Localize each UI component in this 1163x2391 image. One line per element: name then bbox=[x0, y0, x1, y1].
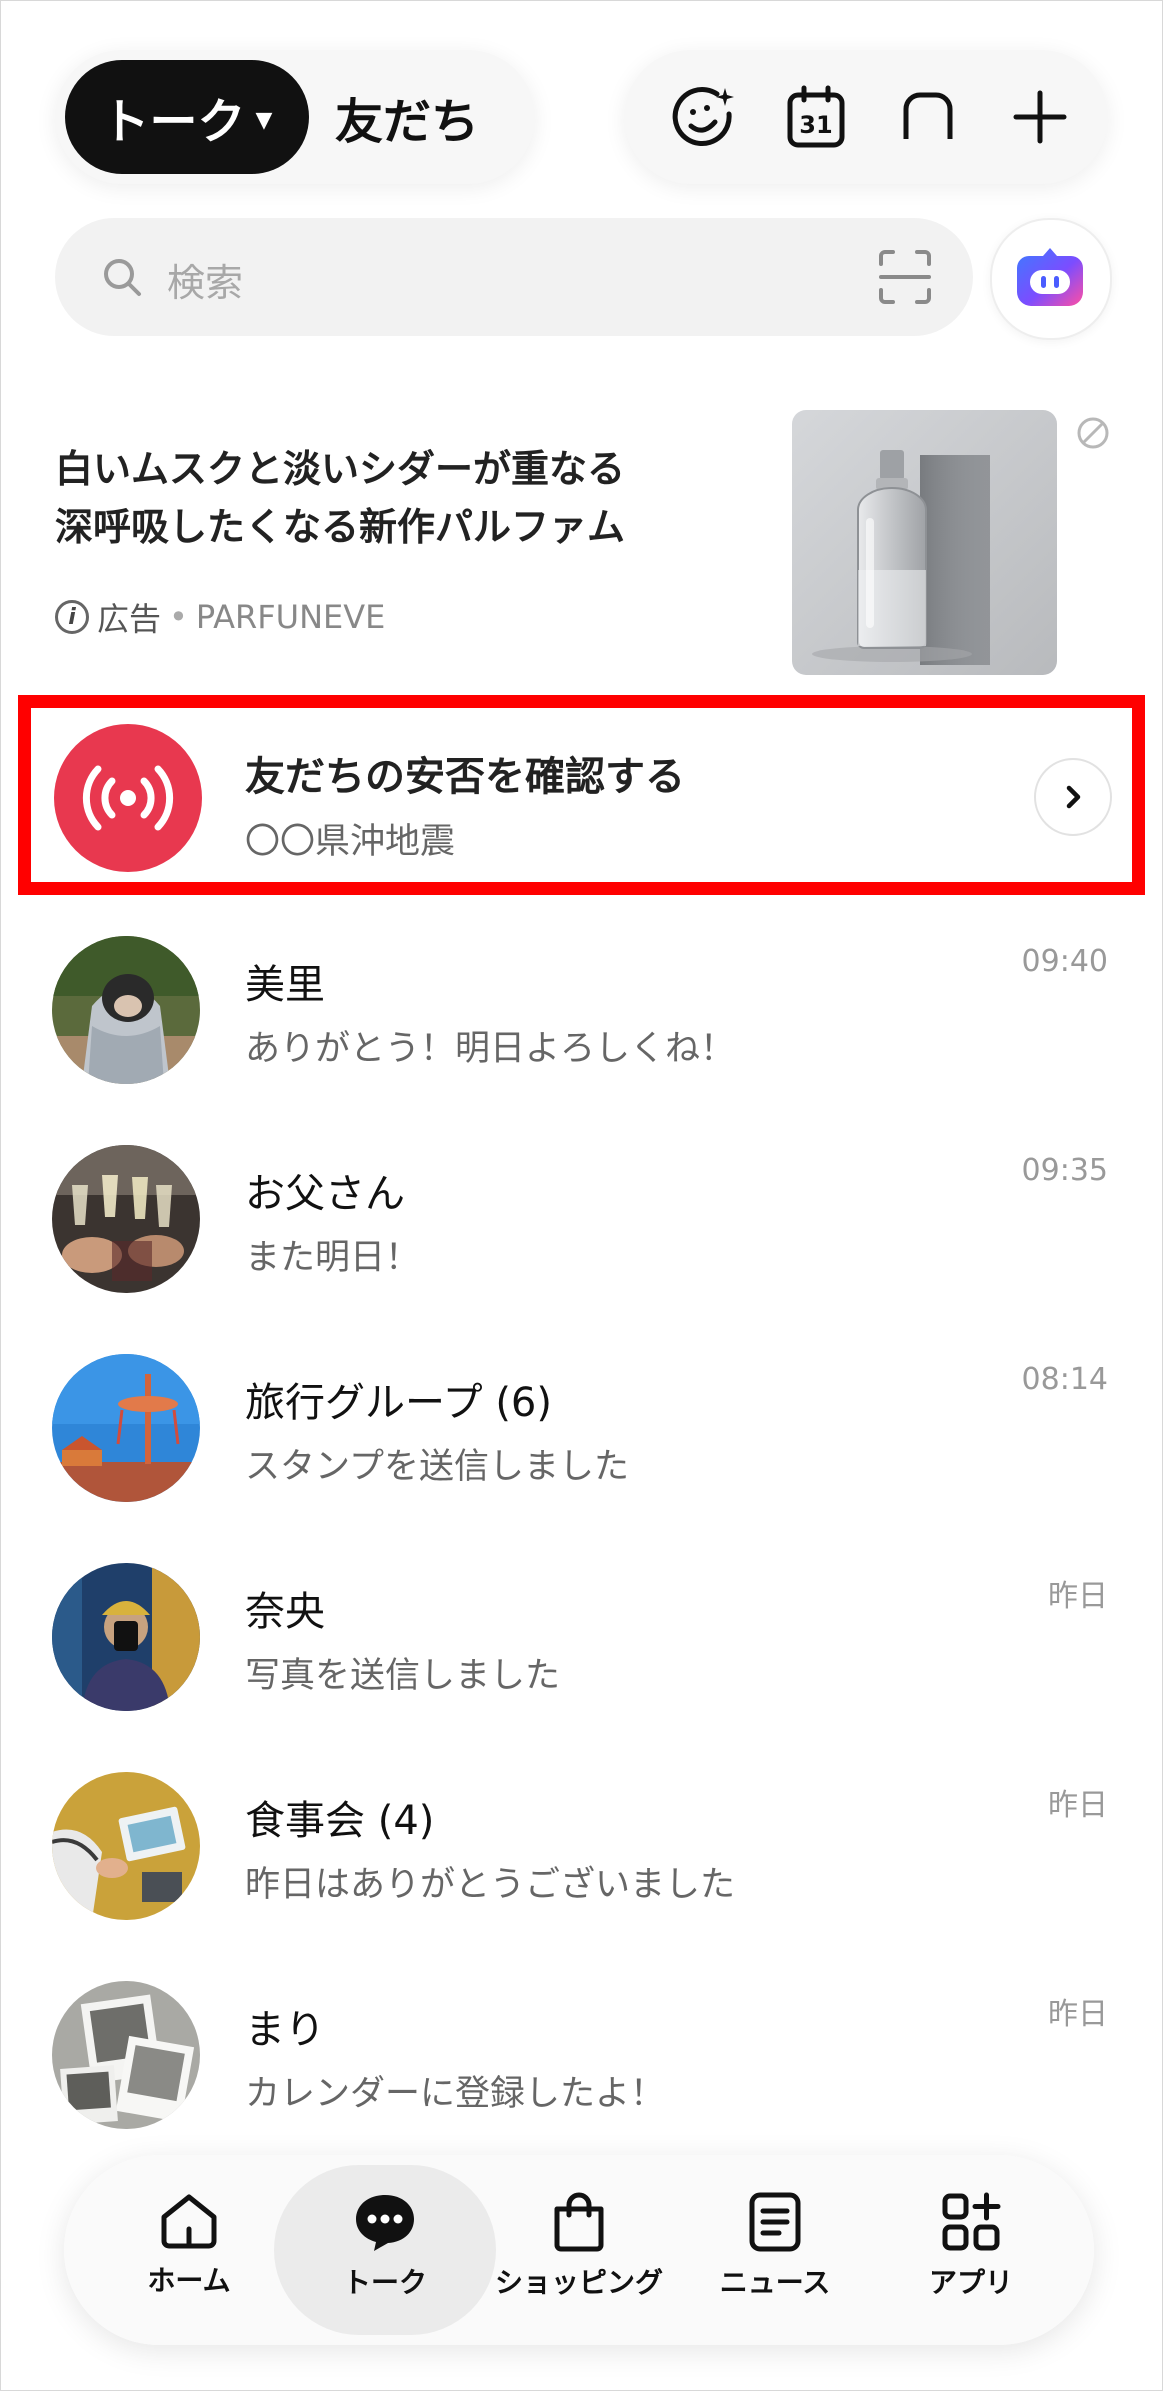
info-icon[interactable]: i bbox=[55, 600, 89, 634]
chat-last-message: ありがとう！明日よろしくね！ bbox=[245, 1029, 736, 1069]
nav-item-talk[interactable]: トーク bbox=[290, 2191, 480, 2301]
nav-item-shopping[interactable]: ショッピング bbox=[484, 2191, 674, 2301]
nav-label: アプリ bbox=[928, 2266, 1013, 2299]
nav-item-home[interactable]: ホーム bbox=[94, 2191, 284, 2299]
nav-label: ショッピング bbox=[494, 2266, 663, 2299]
safety-check-badge bbox=[54, 724, 202, 872]
avatar bbox=[52, 936, 200, 1084]
ad-brand: PARFUNEVE bbox=[195, 598, 386, 636]
chat-row[interactable]: 奈央 写真を送信しました 昨日 bbox=[0, 1551, 1163, 1731]
chevron-right-icon bbox=[1066, 785, 1081, 809]
chat-row[interactable]: まり カレンダーに登録したよ！ 昨日 bbox=[0, 1969, 1163, 2149]
tab-talk-label: トーク bbox=[101, 94, 246, 150]
hide-ad-icon[interactable] bbox=[1076, 416, 1110, 450]
search-icon bbox=[104, 259, 141, 296]
chat-time: 昨日 bbox=[1048, 1788, 1108, 1823]
tab-friends[interactable]: 友だち bbox=[335, 60, 479, 174]
nav-label: ホーム bbox=[147, 2264, 231, 2297]
home-icon bbox=[161, 2194, 217, 2249]
safety-check-subtitle: 〇〇県沖地震 bbox=[245, 822, 456, 862]
ad-title-line-1: 白いムスクと淡いシダーが重なる bbox=[55, 447, 626, 491]
news-icon bbox=[749, 2192, 801, 2252]
search-placeholder: 検索 bbox=[167, 261, 244, 305]
talk-friends-switch: トーク ▼ 友だち bbox=[55, 50, 535, 184]
ad-image[interactable] bbox=[792, 410, 1057, 675]
chat-name: 美里 bbox=[245, 962, 325, 1008]
nav-item-apps[interactable]: アプリ bbox=[876, 2191, 1066, 2301]
ad-separator: • bbox=[169, 598, 188, 636]
chat-name: まり bbox=[245, 2007, 325, 2053]
chat-bubble-icon bbox=[356, 2195, 414, 2251]
chat-name: 食事会 (4) bbox=[245, 1798, 435, 1844]
ad-title[interactable]: 白いムスクと淡いシダーが重なる 深呼吸したくなる新作パルファム bbox=[55, 440, 755, 556]
chat-last-message: カレンダーに登録したよ！ bbox=[245, 2074, 666, 2114]
safety-check-open-button[interactable] bbox=[1034, 758, 1112, 836]
chat-name: 奈央 bbox=[245, 1589, 325, 1635]
search-input[interactable]: 検索 bbox=[55, 218, 973, 336]
avatar bbox=[52, 1354, 200, 1502]
chat-time: 昨日 bbox=[1048, 1997, 1108, 2032]
nav-label: トーク bbox=[342, 2266, 427, 2299]
bottom-nav: ホーム トーク ショッピング ニュース アプリ bbox=[64, 2155, 1094, 2345]
sticker-sparkle-icon[interactable] bbox=[664, 77, 744, 157]
safety-check-title[interactable]: 友だちの安否を確認する bbox=[245, 744, 685, 802]
ad-meta: i 広告 • PARFUNEVE bbox=[55, 594, 385, 640]
chat-last-message: 写真を送信しました bbox=[245, 1656, 561, 1696]
caret-down-icon: ▼ bbox=[255, 107, 273, 133]
chat-time: 08:14 bbox=[1021, 1362, 1108, 1397]
avatar bbox=[52, 1145, 200, 1293]
ad-label: 広告 bbox=[97, 600, 162, 638]
ai-assistant-icon bbox=[1017, 248, 1083, 306]
apps-icon bbox=[942, 2192, 1001, 2251]
nav-label: ニュース bbox=[719, 2266, 831, 2299]
avatar bbox=[52, 1772, 200, 1920]
add-icon[interactable] bbox=[1000, 77, 1080, 157]
chat-name: お父さん bbox=[245, 1171, 405, 1217]
tab-talk[interactable]: トーク ▼ bbox=[65, 60, 309, 174]
shopping-bag-icon bbox=[554, 2192, 604, 2252]
ai-assistant-button[interactable] bbox=[990, 218, 1112, 340]
new-chat-icon[interactable] bbox=[888, 77, 968, 157]
chat-time: 昨日 bbox=[1048, 1579, 1108, 1614]
avatar bbox=[52, 1563, 200, 1711]
chat-last-message: スタンプを送信しました bbox=[245, 1447, 629, 1487]
chat-time: 09:35 bbox=[1021, 1153, 1108, 1188]
tab-friends-label: 友だち bbox=[335, 94, 480, 150]
chat-row[interactable]: 美里 ありがとう！明日よろしくね！ 09:40 bbox=[0, 924, 1163, 1104]
calendar-icon[interactable]: 31 bbox=[776, 77, 856, 157]
chat-row[interactable]: お父さん また明日！ 09:35 bbox=[0, 1133, 1163, 1313]
chat-row[interactable]: 旅行グループ (6) スタンプを送信しました 08:14 bbox=[0, 1342, 1163, 1522]
calendar-day-text: 31 bbox=[799, 111, 832, 139]
header-actions: 31 bbox=[624, 50, 1108, 184]
chat-time: 09:40 bbox=[1021, 944, 1108, 979]
chat-last-message: また明日！ bbox=[245, 1238, 421, 1278]
ad-title-line-2: 深呼吸したくなる新作パルファム bbox=[55, 505, 626, 549]
avatar bbox=[52, 1981, 200, 2129]
chat-name: 旅行グループ (6) bbox=[245, 1380, 552, 1426]
scan-qr-icon[interactable] bbox=[877, 248, 933, 306]
chat-row[interactable]: 食事会 (4) 昨日はありがとうございました 昨日 bbox=[0, 1760, 1163, 1940]
broadcast-icon bbox=[82, 765, 174, 831]
nav-item-news[interactable]: ニュース bbox=[680, 2191, 870, 2301]
chat-last-message: 昨日はありがとうございました bbox=[245, 1865, 736, 1905]
